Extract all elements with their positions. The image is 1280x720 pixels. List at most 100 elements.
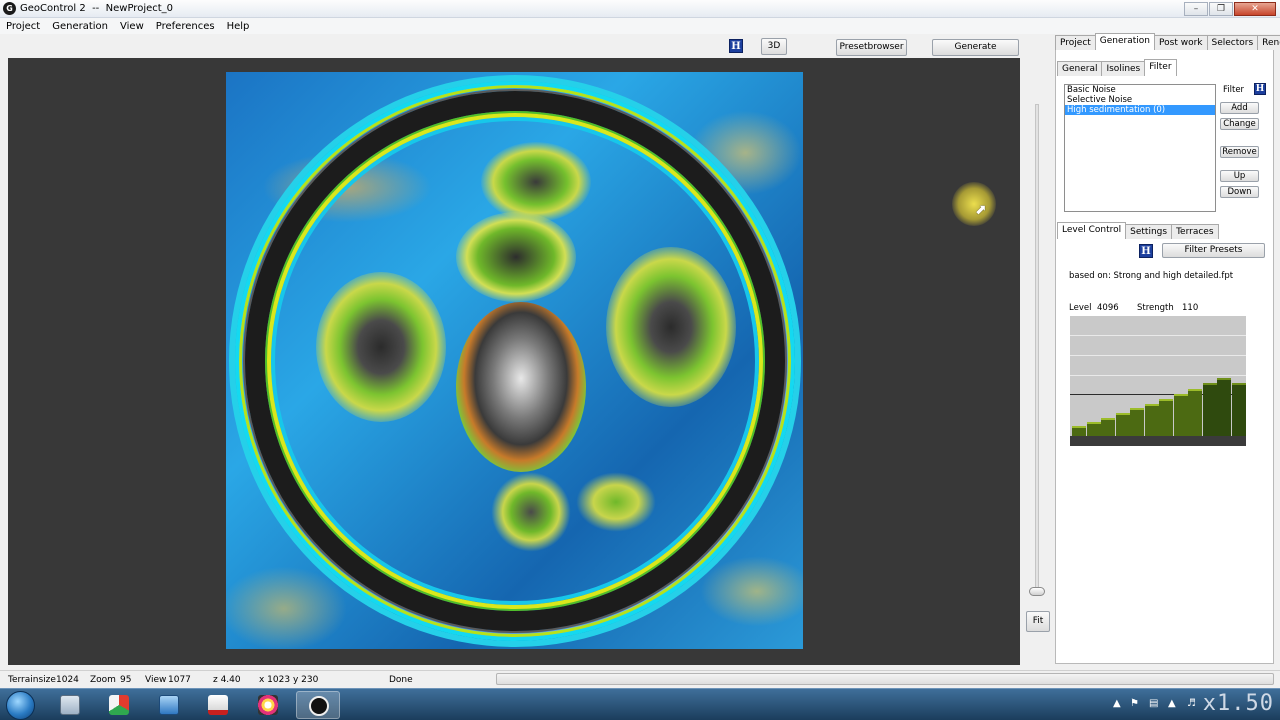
sub-tabs: General Isolines Filter	[1057, 59, 1177, 76]
main-tabs: Project Generation Post work Selectors R…	[1055, 33, 1280, 50]
inner-ring	[266, 112, 763, 609]
zoom-value: 95	[120, 675, 132, 685]
change-filter-button[interactable]: Change	[1220, 118, 1259, 130]
list-item[interactable]: Selective Noise	[1065, 95, 1215, 105]
add-filter-button[interactable]: Add	[1220, 102, 1259, 114]
based-on-text: based on: Strong and high detailed.fpt	[1069, 271, 1234, 281]
tab-level-control[interactable]: Level Control	[1057, 222, 1127, 239]
minimize-icon[interactable]: –	[1184, 2, 1208, 16]
maximize-icon[interactable]: ❐	[1209, 2, 1233, 16]
move-down-button[interactable]: Down	[1220, 186, 1259, 198]
menu-help[interactable]: Help	[227, 21, 250, 32]
level-help-icon[interactable]: H	[1139, 244, 1153, 258]
pdf-icon	[208, 695, 228, 715]
filter-list[interactable]: Basic Noise Selective Noise High sedimen…	[1064, 84, 1216, 212]
window-title: GeoControl 2 -- NewProject_0	[20, 3, 174, 14]
fit-button[interactable]: Fit	[1026, 611, 1050, 632]
menu-view[interactable]: View	[120, 21, 144, 32]
tab-settings[interactable]: Settings	[1125, 224, 1173, 239]
level-bar[interactable]	[1217, 378, 1231, 436]
terrain-preview[interactable]	[226, 72, 803, 649]
chart-floor	[1070, 436, 1246, 446]
list-item-selected[interactable]: High sedimentation (0)	[1065, 105, 1215, 115]
status-state: Done	[389, 675, 413, 685]
mouse-cursor-icon: ⬈	[975, 202, 987, 218]
level-bar[interactable]	[1115, 413, 1130, 436]
app-logo-icon: G	[3, 2, 16, 15]
zoom-label: Zoom	[90, 675, 116, 685]
move-up-button[interactable]: Up	[1220, 170, 1259, 182]
cursor-highlight	[952, 182, 996, 226]
menu-project[interactable]: Project	[6, 21, 40, 32]
chart-band	[1070, 355, 1246, 356]
view-value: 1077	[168, 675, 191, 685]
strength-label: Strength	[1137, 303, 1174, 313]
tray-flag-icon[interactable]: ⚑	[1130, 698, 1139, 709]
tab-post-work[interactable]: Post work	[1154, 35, 1208, 50]
tab-filter[interactable]: Filter	[1144, 59, 1177, 76]
playback-speed-overlay: x1.50	[1202, 691, 1274, 716]
taskbar-geocontrol[interactable]	[296, 691, 340, 719]
taskbar-calculator[interactable]	[48, 691, 92, 719]
level-bar[interactable]	[1101, 418, 1115, 436]
tab-terraces[interactable]: Terraces	[1171, 224, 1219, 239]
tray-network-icon[interactable]: ▤	[1149, 698, 1158, 709]
chart-band	[1070, 375, 1246, 376]
calculator-icon	[60, 695, 80, 715]
level-bar[interactable]	[1072, 426, 1086, 436]
tray-signal-icon[interactable]: ▲	[1168, 698, 1176, 709]
terrainsize-value: 1024	[56, 675, 79, 685]
level-label: Level	[1069, 303, 1092, 313]
taskbar-explorer[interactable]	[147, 691, 191, 719]
zoom-slider-thumb[interactable]	[1029, 587, 1045, 596]
level-bar[interactable]	[1086, 422, 1101, 436]
tray-volume-icon[interactable]: ♬	[1187, 698, 1196, 709]
window-explorer-icon	[159, 695, 179, 715]
level-bar[interactable]	[1130, 408, 1144, 436]
level-control-chart[interactable]	[1070, 316, 1246, 446]
taskbar-media[interactable]	[246, 691, 290, 719]
window-controls: – ❐ ✕	[1184, 2, 1276, 16]
close-icon[interactable]: ✕	[1234, 2, 1276, 16]
title-bar: G GeoControl 2 -- NewProject_0 – ❐ ✕	[0, 0, 1280, 18]
level-bar[interactable]	[1173, 394, 1188, 436]
tab-general[interactable]: General	[1057, 61, 1103, 76]
geocontrol-icon	[309, 696, 329, 716]
cursor-coords: x 1023 y 230	[259, 675, 319, 685]
level-bar[interactable]	[1159, 399, 1173, 436]
level-bar[interactable]	[1144, 404, 1159, 436]
3d-view-button[interactable]: 3D	[761, 38, 787, 55]
generate-button[interactable]: Generate	[932, 39, 1019, 56]
browser-icon	[109, 695, 129, 715]
menu-generation[interactable]: Generation	[52, 21, 108, 32]
terrainsize-label: Terrainsize	[8, 675, 56, 685]
menu-bar: Project Generation View Preferences Help	[0, 18, 1280, 34]
tab-generation[interactable]: Generation	[1094, 33, 1156, 50]
filter-help-icon[interactable]: H	[1254, 83, 1266, 95]
tab-selectors[interactable]: Selectors	[1206, 35, 1259, 50]
filter-label: Filter	[1223, 85, 1245, 95]
level-bar[interactable]	[1231, 383, 1246, 436]
level-bar[interactable]	[1188, 389, 1202, 436]
presetbrowser-button[interactable]: Presetbrowser	[836, 39, 907, 56]
tab-render[interactable]: Render	[1257, 35, 1280, 50]
taskbar-browser[interactable]	[97, 691, 141, 719]
level-bar[interactable]	[1202, 383, 1217, 436]
strength-value: 110	[1182, 303, 1199, 313]
terrain-viewport[interactable]	[8, 58, 1020, 665]
progress-bar	[496, 673, 1274, 685]
zoom-slider-track[interactable]	[1035, 104, 1039, 594]
start-button-icon[interactable]	[6, 691, 35, 720]
help-icon[interactable]: H	[729, 39, 743, 53]
tab-project[interactable]: Project	[1055, 35, 1096, 50]
list-item[interactable]: Basic Noise	[1065, 85, 1215, 95]
remove-filter-button[interactable]: Remove	[1220, 146, 1259, 158]
detail-tabs: Level Control Settings Terraces	[1057, 222, 1219, 239]
z-value: z 4.40	[213, 675, 241, 685]
tab-isolines[interactable]: Isolines	[1101, 61, 1146, 76]
tray-arrow-icon[interactable]: ▲	[1113, 698, 1121, 709]
filter-presets-button[interactable]: Filter Presets	[1162, 243, 1265, 258]
taskbar-pdf[interactable]	[196, 691, 240, 719]
menu-preferences[interactable]: Preferences	[156, 21, 215, 32]
taskbar: ▲ ⚑ ▤ ▲ ♬ x1.50	[0, 688, 1280, 720]
